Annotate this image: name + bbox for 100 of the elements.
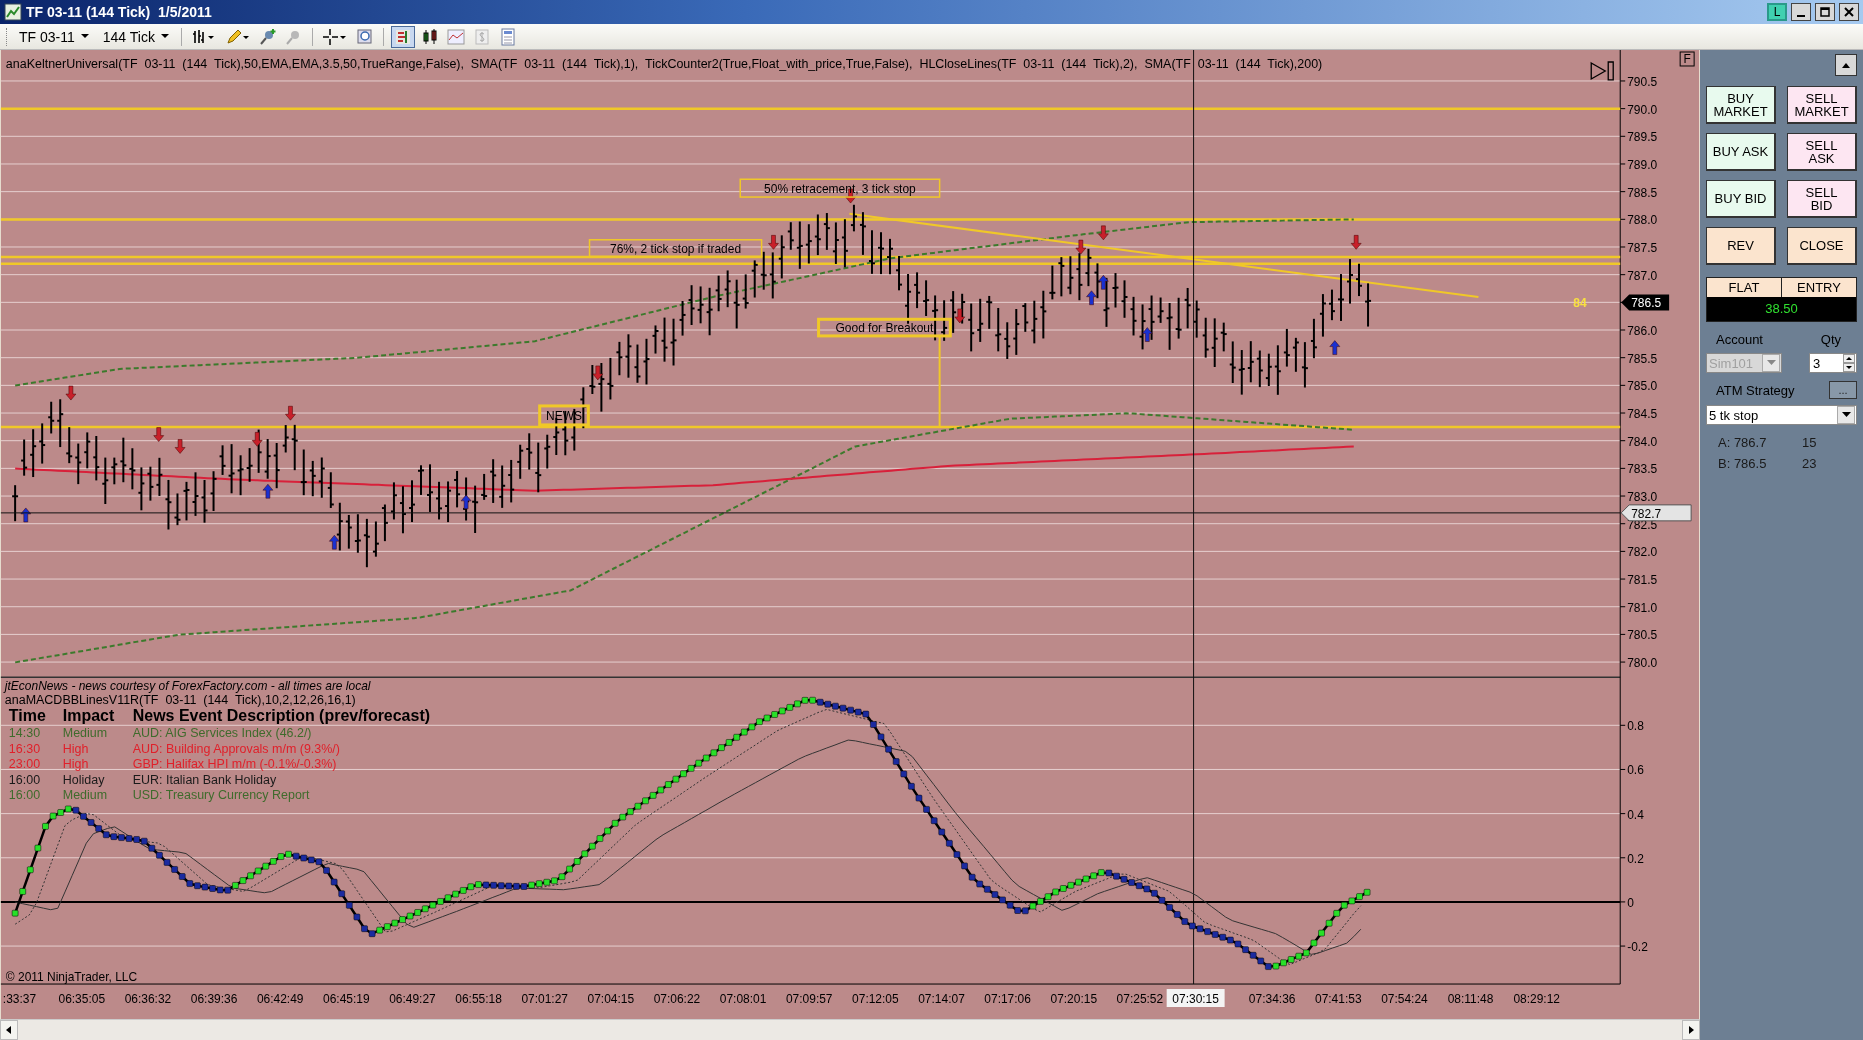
atm-options-button[interactable]: ... — [1829, 381, 1857, 399]
last-price-marker: 786.5 — [1621, 294, 1670, 311]
account-label: Account — [1716, 332, 1763, 347]
time-axis-label: 08:11:48 — [1447, 992, 1494, 1006]
oscillator-axis-label: -0.2 — [1627, 940, 1648, 955]
minimize-button[interactable] — [1791, 3, 1811, 21]
price-axis-label: 784.5 — [1627, 407, 1658, 421]
left-arrow-icon — [5, 1025, 13, 1035]
scroll-to-end-icon[interactable] — [1590, 61, 1614, 81]
time-axis-label: 07:54:24 — [1381, 992, 1428, 1006]
link-button[interactable]: L — [1767, 3, 1787, 21]
close-button[interactable] — [1839, 3, 1859, 21]
news-description: AUD: Building Approvals m/m (9.3%/) — [132, 741, 340, 756]
time-axis-label: 08:29:12 — [1513, 992, 1560, 1006]
time-axis-label: 06:35:05 — [58, 992, 106, 1006]
order-button[interactable]: REV — [1706, 227, 1776, 265]
time-axis-label: 07:20:15 — [1050, 992, 1098, 1006]
price-axis-label: 785.0 — [1627, 379, 1658, 394]
scroll-left-button[interactable] — [0, 1020, 18, 1040]
news-time: 16:30 — [8, 741, 41, 756]
fixed-scale-button[interactable]: F — [1679, 51, 1695, 67]
price-axis-label: 784.0 — [1627, 434, 1658, 449]
order-button[interactable]: BUY ASK — [1706, 133, 1776, 171]
annotation-label: 50% retracement, 3 tick stop — [739, 178, 941, 198]
news-description: EUR: Italian Bank Holiday — [132, 772, 277, 787]
order-button[interactable]: BUY BID — [1706, 180, 1776, 218]
atm-strategy-label: ATM Strategy — [1716, 382, 1795, 398]
order-button[interactable]: SELL MARKET — [1787, 86, 1857, 124]
instrument-dropdown[interactable]: TF 03-11 — [14, 28, 94, 45]
pnl-value: 38.50 — [1707, 297, 1856, 321]
price-axis-label: 787.5 — [1627, 241, 1658, 255]
time-axis-label: 06:42:49 — [256, 992, 304, 1006]
news-description: AUD: AIG Services Index (46.2/) — [132, 726, 312, 741]
news-impact: Medium — [62, 788, 108, 803]
price-axis-label: 782.0 — [1627, 545, 1658, 560]
caret-icon — [160, 34, 169, 39]
caret-icon — [1766, 360, 1776, 366]
time-axis-label: 06:36:32 — [124, 992, 172, 1006]
time-axis-label: 07:34:36 — [1248, 992, 1296, 1006]
order-button[interactable]: BUY MARKET — [1706, 86, 1776, 124]
price-axis-label: 787.0 — [1627, 268, 1658, 283]
time-axis-label: 07:04:15 — [587, 992, 635, 1006]
price-axis-label: 788.5 — [1627, 185, 1658, 200]
price-axis-label: 786.0 — [1627, 324, 1658, 338]
news-impact: High — [62, 741, 89, 756]
quote-price: A: 786.7 — [1718, 435, 1768, 450]
time-axis-label: 06:49:27 — [389, 992, 436, 1006]
time-axis-label: 07:17:06 — [984, 992, 1031, 1006]
order-button[interactable]: SELL BID — [1787, 180, 1857, 218]
news-impact: High — [62, 757, 89, 772]
news-description: GBP: Halifax HPI m/m (-0.1%/-0.3%) — [132, 757, 337, 772]
price-axis-label: 789.0 — [1627, 158, 1658, 172]
position-state: FLAT — [1727, 279, 1761, 297]
spinner-arrows-icon[interactable] — [1843, 354, 1855, 372]
time-axis-label: 07:25:52 — [1116, 992, 1164, 1006]
atm-strategy-dropdown[interactable]: 5 tk stop — [1706, 405, 1857, 425]
time-axis-label: 06:45:19 — [323, 992, 370, 1006]
time-axis-label: 07:41:53 — [1315, 992, 1362, 1006]
caret-icon — [1841, 412, 1851, 418]
maximize-button[interactable] — [1815, 3, 1835, 21]
price-axis-label: 781.5 — [1627, 573, 1658, 588]
annotation-label: 76%, 2 tick stop if traded — [588, 239, 763, 258]
oscillator-axis-label: 0.2 — [1627, 851, 1644, 866]
news-source: jtEconNews - news courtesy of ForexFactory.com - all times are local — [4, 679, 371, 694]
interval-dropdown[interactable]: 144 Tick — [97, 28, 174, 45]
window-title: TF 03-11 (144 Tick) 1/5/2011 — [26, 4, 212, 20]
collapse-button[interactable] — [1835, 54, 1857, 76]
price-axis-label: 783.5 — [1627, 462, 1658, 477]
right-arrow-icon — [1687, 1025, 1695, 1035]
up-arrow-icon — [1841, 61, 1851, 69]
chart-app-icon — [4, 3, 22, 21]
quote-size: 23 — [1802, 456, 1817, 471]
quote-price: B: 786.5 — [1718, 456, 1768, 471]
news-time: 14:30 — [8, 726, 41, 741]
quantity-label: Qty — [1820, 332, 1841, 347]
caret-icon — [80, 34, 89, 39]
price-axis-label: 783.0 — [1627, 490, 1658, 505]
time-axis-label: 07:08:01 — [719, 992, 767, 1006]
time-axis-label: 06:55:18 — [455, 992, 502, 1006]
close-icon — [1844, 7, 1854, 17]
order-button[interactable]: CLOSE — [1787, 227, 1857, 265]
quote-size: 15 — [1802, 435, 1817, 450]
time-axis-label: 07:09:57 — [785, 992, 833, 1006]
oscillator-axis-label: 0.4 — [1627, 807, 1644, 822]
price-axis-label: 790.5 — [1627, 74, 1658, 89]
column-header: News Event Description (prev/forecast) — [132, 707, 431, 725]
price-axis-label: 789.5 — [1627, 130, 1658, 145]
indicator-label: anaKeltnerUniversal(TF 03-11 (144 Tick),50,EMA,EMA,3.5,50,TrueRange,False), SMA(TF 03-11 (144 Tick),1), TickCounter2(True,Float_with_price,True,False), HLCloseLines(TF 03-11 (144 Tick),2), SMA(TF 03-11 (144 Tick),200) — [5, 57, 1323, 71]
scroll-right-button[interactable] — [1682, 1020, 1700, 1040]
column-header: Time — [8, 707, 46, 725]
minimize-icon — [1797, 14, 1805, 17]
time-axis-label: 06:39:36 — [190, 992, 238, 1006]
news-time: 16:00 — [8, 788, 41, 803]
quantity-spinner[interactable]: 3 — [1809, 353, 1857, 373]
news-impact: Holiday — [62, 772, 105, 787]
news-time: 16:00 — [8, 772, 41, 787]
order-button[interactable]: SELL ASK — [1787, 133, 1857, 171]
price-axis-label: 781.0 — [1627, 600, 1658, 615]
chart-properties-icon[interactable] — [390, 25, 415, 48]
oscillator-axis-label: 0.8 — [1627, 719, 1644, 734]
